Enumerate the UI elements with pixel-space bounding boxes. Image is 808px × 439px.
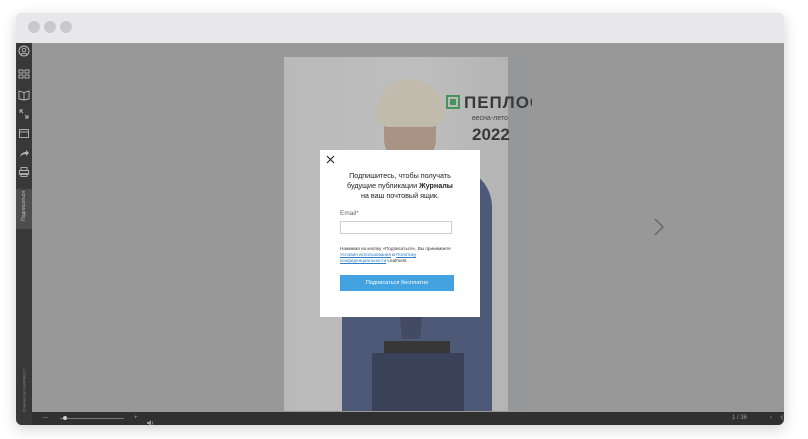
email-label-text: Email bbox=[340, 210, 357, 217]
zoom-out-button[interactable]: — bbox=[42, 415, 48, 421]
zoom-in-button[interactable]: + bbox=[134, 415, 138, 421]
last-page-button[interactable]: ›| bbox=[780, 415, 784, 421]
flipbook-viewer: Подписаться Powered by LEAFMENT ПЕПЛОС в… bbox=[16, 43, 784, 425]
terms-text: Нажимая на кнопку «Подписаться», Вы прин… bbox=[340, 246, 462, 264]
close-icon[interactable] bbox=[326, 155, 335, 164]
terms-of-use-link[interactable]: Условия использования bbox=[340, 252, 391, 257]
window-close-dot[interactable] bbox=[28, 21, 40, 33]
title-bar bbox=[16, 13, 784, 43]
subscribe-message-line2: будущие публикации Журналы bbox=[330, 181, 470, 191]
bottom-toolbar: — + 1 / 36 › ›| bbox=[32, 412, 784, 425]
browser-window: Подписаться Powered by LEAFMENT ПЕПЛОС в… bbox=[16, 13, 784, 425]
email-required-mark: * bbox=[356, 210, 359, 217]
window-maximize-dot[interactable] bbox=[60, 21, 72, 33]
next-page-button[interactable]: › bbox=[770, 415, 772, 421]
zoom-slider[interactable] bbox=[60, 418, 124, 419]
email-label: Email* bbox=[340, 210, 359, 217]
subscribe-message-line2-prefix: будущие публикации bbox=[347, 181, 420, 190]
subscribe-button[interactable]: Подписаться бесплатно bbox=[340, 275, 454, 291]
email-field[interactable] bbox=[340, 221, 452, 234]
terms-text-3: Leafment bbox=[386, 258, 407, 263]
zoom-slider-thumb[interactable] bbox=[63, 416, 67, 420]
sound-icon[interactable] bbox=[146, 414, 154, 425]
terms-text-1: Нажимая на кнопку «Подписаться», Вы прин… bbox=[340, 246, 451, 251]
window-minimize-dot[interactable] bbox=[44, 21, 56, 33]
subscribe-modal: Подпишитесь, чтобы получать будущие публ… bbox=[320, 150, 480, 317]
subscribe-message-line3: на ваш почтовый ящик. bbox=[360, 191, 440, 200]
subscribe-message-publication: Журналы bbox=[419, 181, 453, 190]
page-indicator: 1 / 36 bbox=[732, 415, 748, 421]
subscribe-message: Подпишитесь, чтобы получать будущие публ… bbox=[330, 171, 470, 201]
subscribe-message-line1: Подпишитесь, чтобы получать bbox=[349, 171, 451, 180]
